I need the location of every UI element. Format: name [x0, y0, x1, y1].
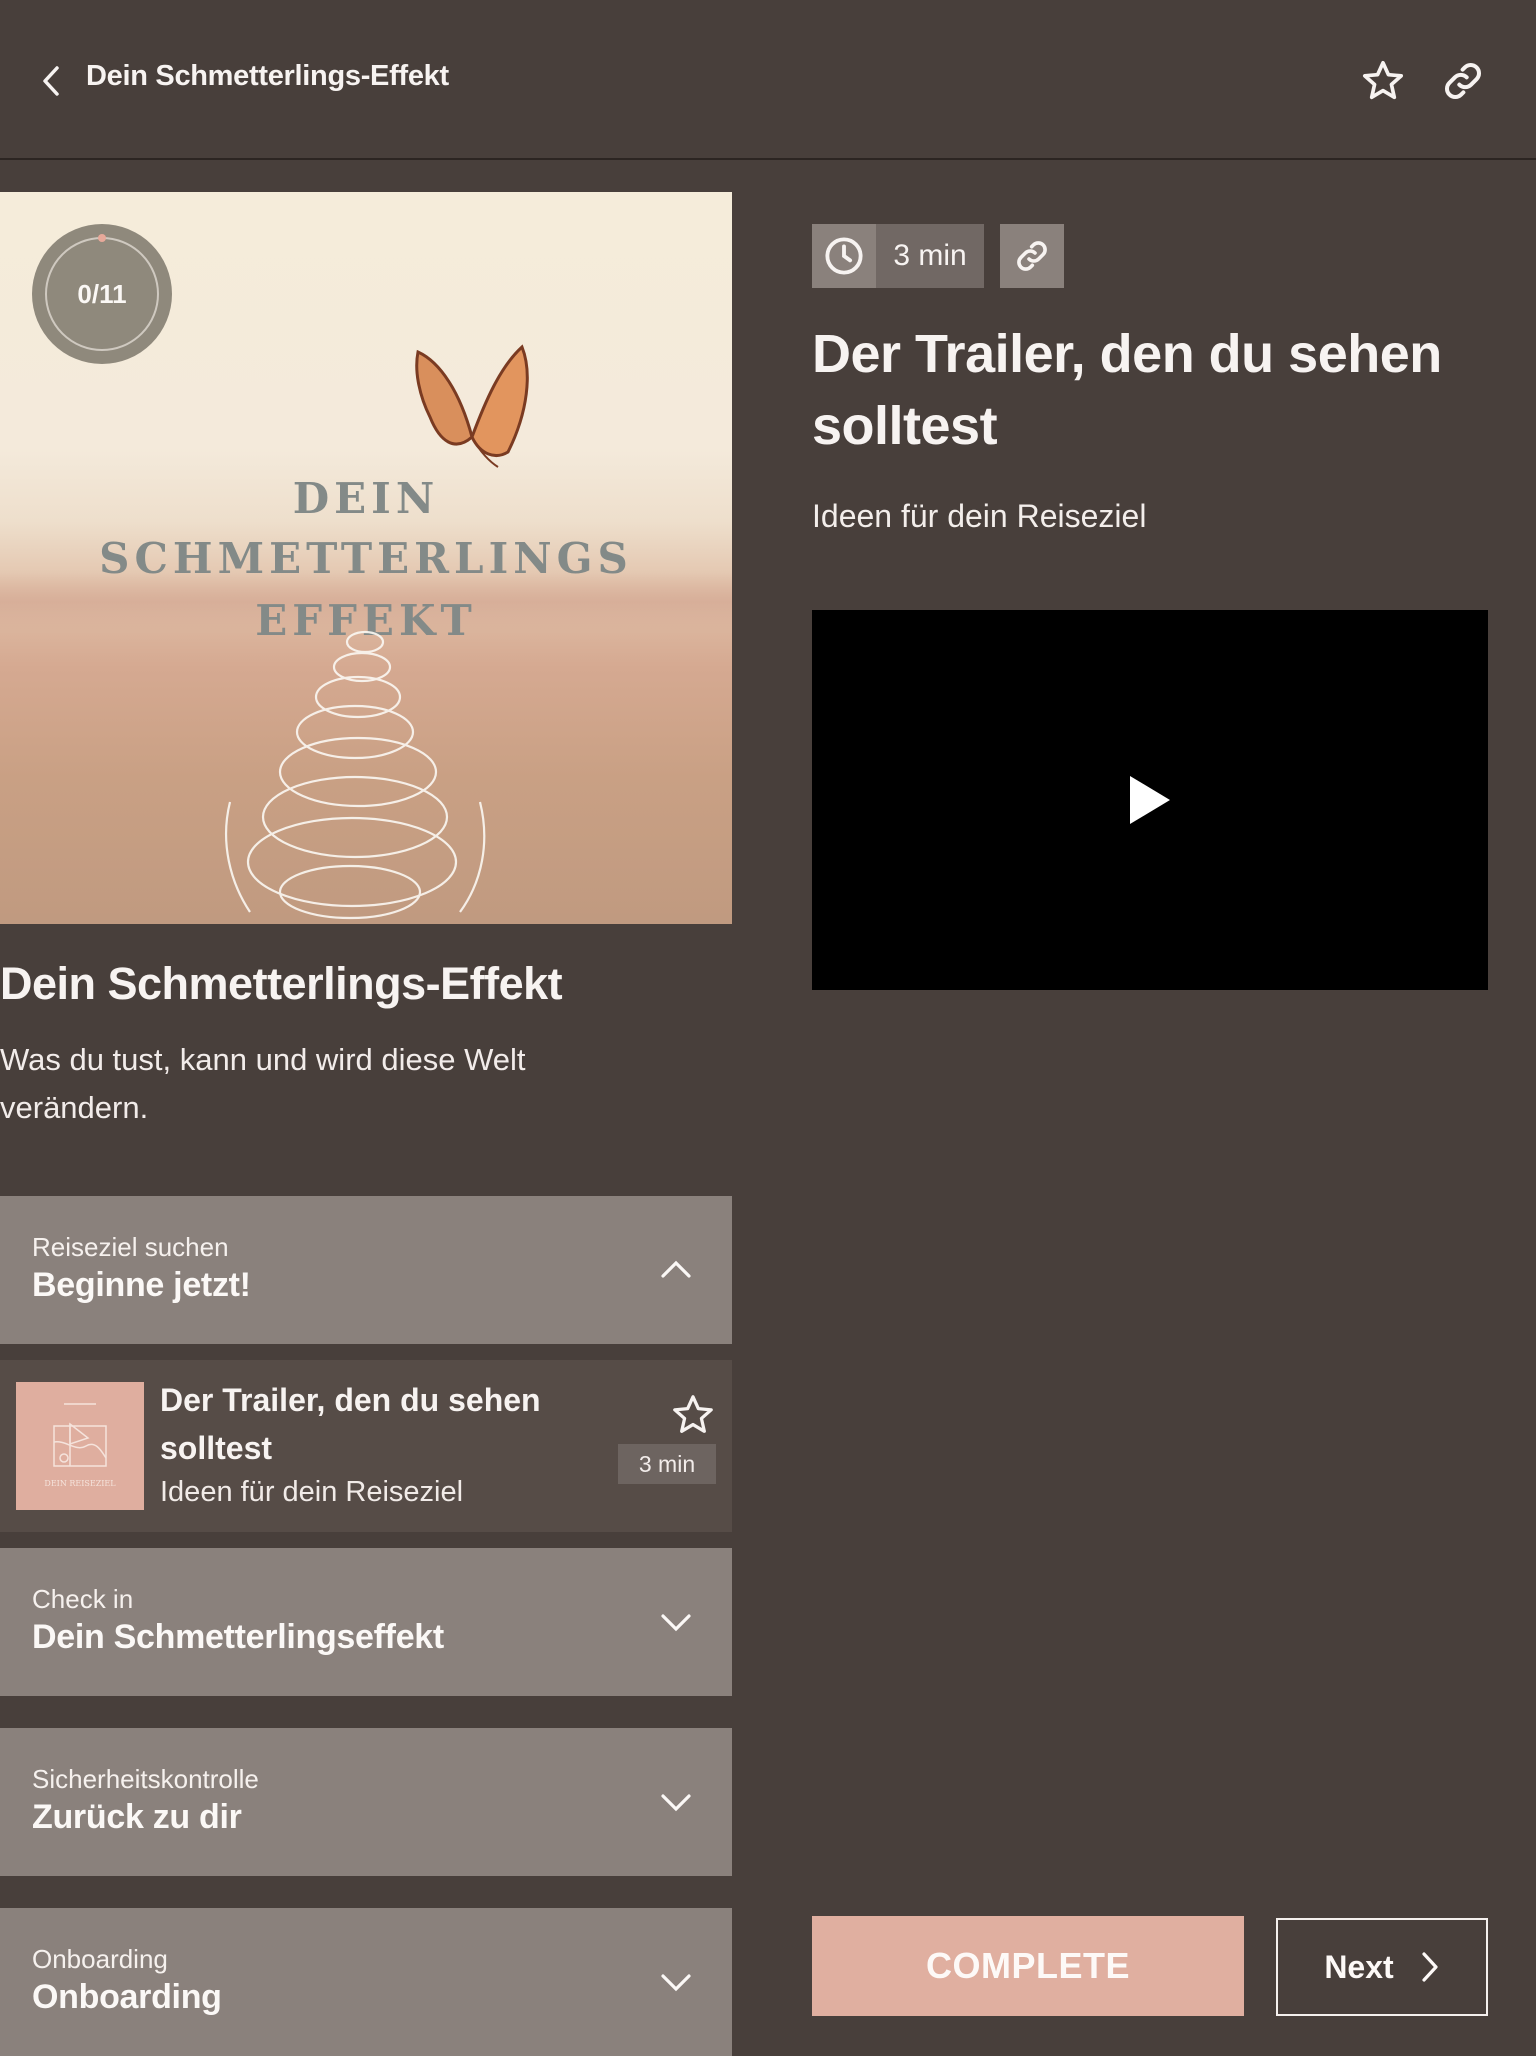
section-header-sicherheitskontrolle[interactable]: Sicherheitskontrolle Zurück zu dir — [0, 1728, 732, 1876]
section-header-check-in[interactable]: Check in Dein Schmetterlingseffekt — [0, 1548, 732, 1696]
course-description: Was du tust, kann und wird diese Welt ve… — [0, 1042, 526, 1125]
lesson-title: Der Trailer, den du sehen solltest — [160, 1382, 541, 1466]
next-button[interactable]: Next — [1276, 1918, 1488, 2016]
progress-label: 0/11 — [77, 278, 127, 309]
section-title: Zurück zu dir — [32, 1798, 242, 1836]
copy-link-button[interactable] — [1000, 224, 1064, 288]
course-cover-image: DEIN SCHMETTERLINGS EFFEKT 0/11 — [0, 192, 732, 924]
progress-indicator: 0/11 — [32, 224, 172, 364]
chevron-down-icon — [661, 1614, 691, 1632]
butterfly-illustration — [415, 344, 529, 468]
section-subtitle: Reiseziel suchen — [32, 1232, 229, 1262]
section-header-reiseziel-suchen[interactable]: Reiseziel suchen Beginne jetzt! — [0, 1196, 732, 1344]
chevron-right-icon — [1422, 1952, 1438, 1982]
chevron-left-icon — [43, 66, 59, 96]
share-link-button[interactable] — [1436, 54, 1490, 108]
lesson-subtitle: Ideen für dein Reiseziel — [160, 1476, 464, 1508]
duration-label: 3 min — [876, 224, 984, 288]
svg-text:DEIN REISEZIEL: DEIN REISEZIEL — [44, 1479, 116, 1488]
section-subtitle: Onboarding — [32, 1944, 168, 1974]
favorite-button[interactable] — [1356, 54, 1410, 108]
section-title: Beginne jetzt! — [32, 1266, 251, 1304]
complete-button[interactable]: COMPLETE — [812, 1916, 1244, 2016]
link-icon — [1445, 63, 1481, 99]
section-subtitle: Check in — [32, 1584, 134, 1614]
cover-title-line: SCHMETTERLINGS — [99, 534, 633, 583]
section-title: Onboarding — [32, 1978, 222, 2016]
top-bar: Dein Schmetterlings-Effekt — [0, 0, 1536, 160]
next-label: Next — [1324, 1948, 1394, 1985]
lesson-heading-subtitle: Ideen für dein Reiseziel — [812, 498, 1147, 534]
star-outline-icon[interactable] — [670, 1392, 716, 1438]
map-flag-icon: DEIN REISEZIEL — [44, 1403, 116, 1488]
link-icon — [1017, 241, 1047, 271]
duration-chip — [812, 224, 876, 288]
chevron-down-icon — [661, 1974, 691, 1992]
section-header-onboarding[interactable]: Onboarding Onboarding — [0, 1908, 732, 2056]
course-title: Dein Schmetterlings-Effekt — [0, 958, 563, 1009]
spiral-illustration — [224, 630, 486, 920]
star-outline-icon — [1362, 60, 1404, 100]
chevron-down-icon — [661, 1794, 691, 1812]
video-player[interactable] — [812, 610, 1488, 990]
lesson-item[interactable]: DEIN REISEZIEL Der Trailer, den du sehen… — [0, 1360, 732, 1532]
lesson-thumbnail: DEIN REISEZIEL — [16, 1382, 144, 1510]
section-title: Dein Schmetterlingseffekt — [32, 1618, 444, 1656]
section-subtitle: Sicherheitskontrolle — [32, 1764, 259, 1794]
play-icon[interactable] — [1128, 774, 1172, 826]
cover-title-line: DEIN — [292, 474, 440, 523]
lesson-heading: Der Trailer, den du sehen solltest — [812, 324, 1442, 456]
lesson-duration-badge: 3 min — [618, 1444, 716, 1484]
lesson-meta: 3 min — [812, 224, 1064, 288]
clock-icon — [825, 237, 863, 275]
back-button[interactable] — [36, 58, 66, 104]
chevron-up-icon — [661, 1260, 691, 1278]
page-title: Dein Schmetterlings-Effekt — [86, 60, 449, 92]
